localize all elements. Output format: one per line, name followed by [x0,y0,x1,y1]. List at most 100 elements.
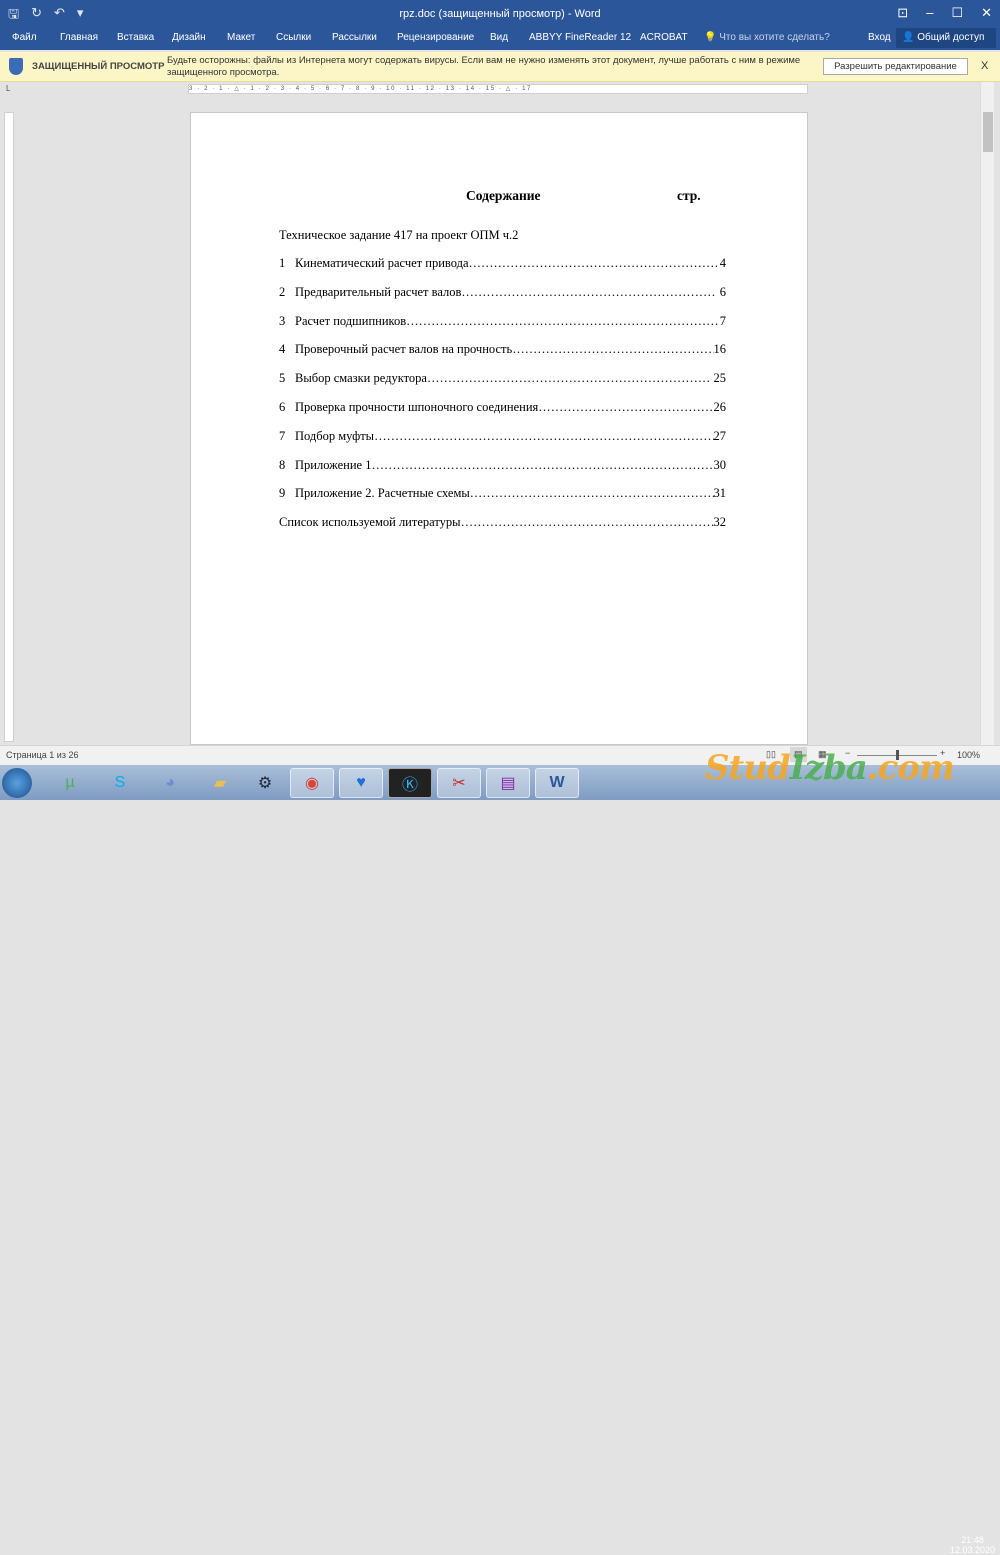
toc-page-column: стр. [677,188,701,203]
entry-page: 31 [713,486,727,501]
maximize-button[interactable]: ☐ [951,5,963,21]
page-count: Страница 1 из 26 [6,750,79,760]
entry-title: Приложение 1 [295,457,372,472]
dot-leader: …………………………………………………………………………………………………………… [426,371,710,386]
start-button[interactable] [2,768,32,798]
tab-references[interactable]: Ссылки [276,32,311,43]
dot-leader: …………………………………………………………………………………………………………… [538,400,714,414]
share-label: Общий доступ [917,32,985,43]
tab-review[interactable]: Рецензирование [397,32,474,43]
skype-icon[interactable]: S [98,768,142,798]
protected-view-message: Будьте осторожны: файлы из Интернета мог… [167,55,801,78]
tab-view[interactable]: Вид [490,32,508,43]
system-clock[interactable]: 21:48 12.03.2020 [950,1535,995,1555]
close-bar-button[interactable]: X [981,60,988,72]
vertical-scrollbar[interactable] [980,82,994,745]
toc-entry[interactable]: 8 Приложение 1………………………………………………………………………… [279,458,726,473]
entry-page: 27 [713,428,727,443]
dot-leader: …………………………………………………………………………………………………………… [460,515,714,530]
entry-number: 1 [279,256,286,270]
entry-number: 5 [279,371,286,386]
tab-layout[interactable]: Макет [227,32,255,43]
watermark-part-a: Stud [705,748,791,788]
protected-view-header: ЗАЩИЩЕННЫЙ ПРОСМОТР [32,61,165,72]
sign-in-link[interactable]: Вход [868,32,891,43]
entry-title: Выбор смазки редуктора [295,371,427,386]
tab-home[interactable]: Главная [60,32,98,43]
window-title: rpz.doc (защищенный просмотр) - Word [399,8,601,20]
tab-insert[interactable]: Вставка [117,32,154,43]
utorrent-icon[interactable]: µ [48,768,92,798]
shield-icon [9,58,23,75]
word-icon[interactable]: W [535,768,579,798]
entry-number: 6 [279,400,286,414]
protected-view-bar: ЗАЩИЩЕННЫЙ ПРОСМОТР Будьте осторожны: фа… [0,52,1000,82]
discord-icon[interactable]: ◕ [148,768,192,798]
file-explorer-icon[interactable]: ▰ [198,768,242,798]
vertical-ruler[interactable] [4,112,14,742]
entry-number: 7 [279,428,286,443]
tab-design[interactable]: Дизайн [172,32,206,43]
dot-leader: …………………………………………………………………………………………………………… [469,486,714,501]
entry-page: 26 [713,400,727,414]
document-page[interactable]: Содержание стр. Техническое задание 417 … [190,112,808,745]
dot-leader: …………………………………………………………………………………………………………… [406,313,720,328]
dot-leader: …………………………………………………………………………………………………………… [461,284,716,299]
intro-text: Техническое задание 417 на проект ОПМ ч.… [279,228,519,242]
toc-entry[interactable]: 2 Предварительный расчет валов……………………………… [279,285,726,300]
entry-number: 9 [279,486,286,501]
toc-entry[interactable]: 6 Проверка прочности шпоночного соединени… [279,400,726,415]
ribbon-display-icon[interactable]: ⊡ [897,5,908,21]
entry-title: Проверочный расчет валов на прочность [295,342,513,357]
entry-page: 7 [719,313,726,328]
dot-leader: …………………………………………………………………………………………………………… [512,342,713,357]
entry-page: 30 [713,457,727,472]
tell-me-text: Что вы хотите сделать? [719,32,830,43]
clock-date: 12.03.2020 [950,1545,996,1555]
chrome-icon[interactable]: ◉ [290,768,334,798]
tab-mailings[interactable]: Рассылки [332,32,377,43]
enable-editing-button[interactable]: Разрешить редактирование [823,58,968,75]
toc-entry[interactable]: 3 Расчет подшипников ……………………………………………………… [279,314,726,329]
snipping-tool-icon[interactable]: ✂ [437,768,481,798]
heart-app-icon[interactable]: ♥ [339,768,383,798]
horizontal-ruler[interactable]: 3 · 2 · 1 · △ · 1 · 2 · 3 · 4 · 5 · 6 · … [188,84,808,94]
toc-entry[interactable]: 1 Кинематический расчет привода ………………………… [279,256,726,271]
toc-entry[interactable]: 9 Приложение 2. Расчетные схемы…………………………… [279,486,726,501]
tab-abbyy[interactable]: ABBYY FineReader 12 [529,32,631,43]
winrar-icon[interactable]: ▤ [486,768,530,798]
entry-title: Предварительный расчет валов [295,284,462,299]
entry-page: 16 [713,342,727,357]
tab-file[interactable]: Файл [12,32,37,43]
watermark-part-b: Izba [789,748,868,788]
dot-leader: …………………………………………………………………………………………………………… [374,428,713,443]
toc-intro: Техническое задание 417 на проект ОПМ ч.… [279,228,726,243]
entry-title: Кинематический расчет привода [295,256,469,270]
entry-number: 4 [279,342,286,357]
kompas-icon[interactable]: Ⓚ [388,768,432,798]
toc-entry[interactable]: Список используемой литературы…………………………… [279,515,726,530]
tab-selector-icon[interactable]: L [6,84,10,93]
minimize-button[interactable]: – [926,5,933,21]
entry-title: Расчет подшипников [295,313,407,328]
entry-number: 2 [279,284,286,299]
lightbulb-icon: 💡 [704,32,717,43]
entry-page: 32 [713,515,727,530]
dot-leader: …………………………………………………………………………………………………………… [371,457,713,472]
entry-page: 4 [716,256,726,270]
person-icon: 👤 [902,32,915,43]
toc-entry[interactable]: 4 Проверочный расчет валов на прочность……… [279,342,726,357]
toc-title: Содержание [466,188,541,203]
share-button[interactable]: 👤 Общий доступ [896,28,996,48]
steam-icon[interactable]: ⚙ [243,768,287,798]
studizba-watermark-logo: StudIzba.com [705,748,990,788]
scrollbar-thumb[interactable] [983,112,993,152]
tab-acrobat[interactable]: ACROBAT [640,32,688,43]
close-button[interactable]: ✕ [981,5,992,21]
entry-number: 8 [279,457,286,472]
ribbon-tabs: Файл Главная Вставка Дизайн Макет Ссылки… [0,28,1000,50]
entry-number: 3 [279,313,286,328]
toc-entry[interactable]: 5 Выбор смазки редуктора……………………………………………… [279,371,726,386]
tell-me-search[interactable]: 💡 Что вы хотите сделать? [704,32,830,43]
toc-entry[interactable]: 7 Подбор муфты ……………………………………………………………………… [279,429,726,444]
